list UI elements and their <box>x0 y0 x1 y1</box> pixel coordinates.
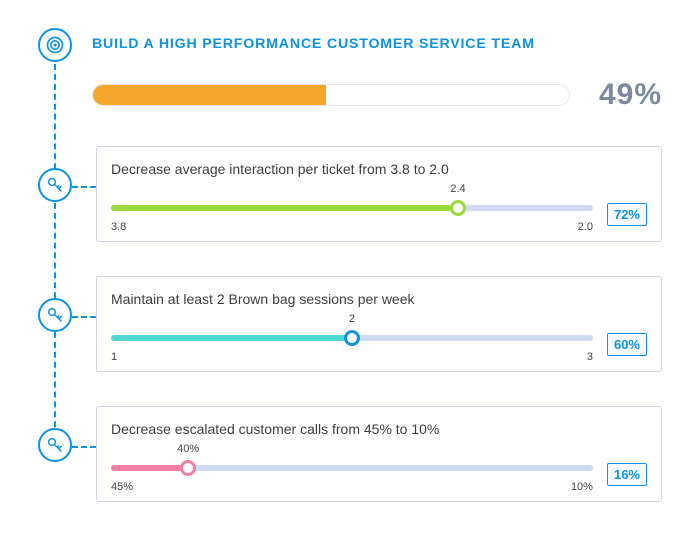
slider-fill <box>111 205 458 211</box>
key-result-percent-badge: 72% <box>607 203 647 226</box>
connector-vertical <box>54 64 56 457</box>
slider-start-label: 3.8 <box>111 221 126 233</box>
slider-current-label: 2.4 <box>450 183 465 195</box>
key-result-slider[interactable]: 2 <box>111 325 593 351</box>
slider-current-label: 2 <box>349 313 355 325</box>
target-icon <box>38 28 72 62</box>
key-icon <box>38 168 72 202</box>
slider-handle[interactable] <box>180 460 196 476</box>
slider-range-labels: 45% 10% <box>111 481 593 493</box>
slider-handle[interactable] <box>450 200 466 216</box>
key-icon <box>38 428 72 462</box>
slider-start-label: 45% <box>111 481 133 493</box>
connector-horizontal <box>72 186 96 188</box>
overall-percent-label: 49% <box>588 78 662 112</box>
slider-start-label: 1 <box>111 351 117 363</box>
key-icon <box>38 298 72 332</box>
key-result-title: Decrease escalated customer calls from 4… <box>111 421 647 437</box>
overall-progress-fill <box>93 85 326 105</box>
connector-horizontal <box>72 316 96 318</box>
slider-fill <box>111 465 188 471</box>
key-result-slider[interactable]: 2.4 <box>111 195 593 221</box>
key-result-card: Maintain at least 2 Brown bag sessions p… <box>96 276 662 372</box>
overall-progress-bar <box>92 84 570 106</box>
key-result-percent-badge: 16% <box>607 463 647 486</box>
connector-horizontal <box>72 446 96 448</box>
slider-current-label: 40% <box>177 443 199 455</box>
key-result-title: Decrease average interaction per ticket … <box>111 161 647 177</box>
key-result-percent-badge: 60% <box>607 333 647 356</box>
key-result-title: Maintain at least 2 Brown bag sessions p… <box>111 291 647 307</box>
slider-range-labels: 1 3 <box>111 351 593 363</box>
overall-progress-row: 49% <box>92 78 662 112</box>
slider-handle[interactable] <box>344 330 360 346</box>
slider-end-label: 3 <box>587 351 593 363</box>
slider-fill <box>111 335 352 341</box>
key-result-card: Decrease escalated customer calls from 4… <box>96 406 662 502</box>
key-result-card: Decrease average interaction per ticket … <box>96 146 662 242</box>
slider-end-label: 10% <box>571 481 593 493</box>
objective-title: BUILD A HIGH PERFORMANCE CUSTOMER SERVIC… <box>92 36 535 52</box>
slider-end-label: 2.0 <box>578 221 593 233</box>
slider-range-labels: 3.8 2.0 <box>111 221 593 233</box>
key-result-slider[interactable]: 40% <box>111 455 593 481</box>
